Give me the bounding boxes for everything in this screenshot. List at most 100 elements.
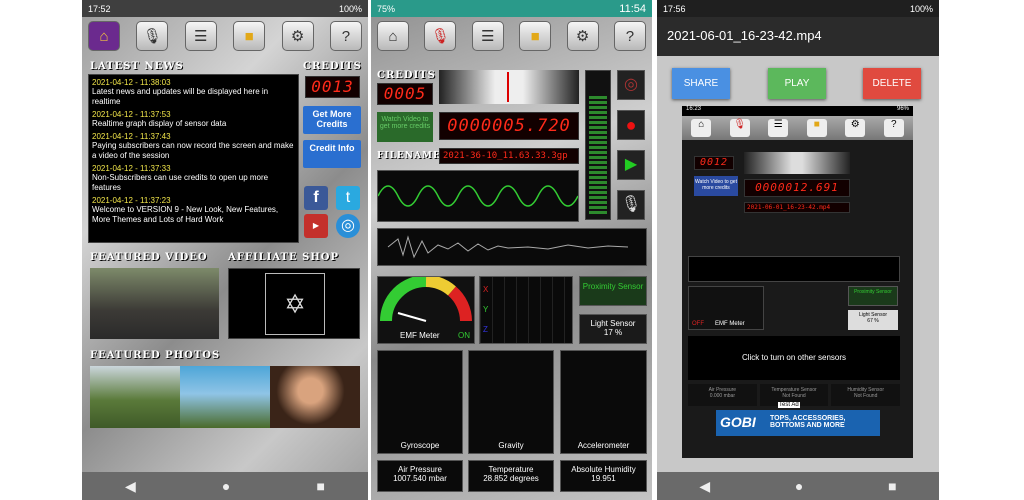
status-bar: 17:52 100% [82, 0, 368, 17]
sliders-icon: ☰ [768, 119, 789, 137]
video-title: 2021-06-01_16-23-42.mp4 [657, 17, 939, 56]
settings-sliders-button[interactable]: ☰ [471, 21, 504, 51]
watch-video-button[interactable]: Watch Video to get more credits [377, 112, 433, 142]
featured-video-thumbnail[interactable] [90, 268, 219, 339]
help-button[interactable]: ? [329, 21, 362, 51]
nav-bar: ◀ ● ■ [657, 472, 939, 500]
home-button[interactable]: ⌂ [377, 21, 409, 51]
news-heading: LATEST NEWS [90, 61, 184, 72]
proximity-sensor-button[interactable]: Proximity Sensor [579, 276, 647, 306]
inner-status-bar: 16:23 96% [682, 106, 913, 116]
emf-gauge-svg [380, 275, 472, 322]
phone-sensor-screen: 75% 11:54 ⌂ 🎙 ☰ ■ ⚙ ? CREDITS 0005 Watch… [371, 0, 652, 500]
news-feed: 2021-04-12 - 11:38:03 Latest news and upd… [88, 74, 299, 243]
photo-thumbnail[interactable] [270, 366, 360, 428]
facebook-icon[interactable]: f [304, 186, 328, 210]
toolbar: ⌂ 🎙 ☰ ■ ⚙ ? [371, 17, 652, 55]
microphone-icon[interactable]: 🎙 [617, 190, 645, 220]
news-item: 2021-04-12 - 11:37:23 Welcome to VERSION … [92, 196, 279, 224]
filename-label: FILENAME: [377, 151, 446, 161]
mic-icon: 🎙 [729, 119, 750, 137]
youtube-icon[interactable]: ▶ [304, 214, 328, 238]
gyroscope-graph: Gyroscope [377, 350, 463, 454]
record-dot-button[interactable]: ● [617, 110, 645, 140]
status-bar: 75% 11:54 [371, 0, 652, 17]
featured-photos-heading: FEATURED PHOTOS [90, 350, 221, 361]
inner-emf-meter: OFF EMF Meter [688, 286, 764, 330]
twitter-icon[interactable]: t [336, 186, 360, 210]
inner-reading: 0000012.691 [744, 179, 850, 197]
level-bar [589, 96, 607, 216]
video-preview[interactable]: 16:23 96% ⌂ 🎙 ☰ ■ ⚙ ? 0012 Watch Video to… [682, 106, 913, 458]
news-item: 2021-04-12 - 11:37:53 Realtime graph disp… [92, 110, 227, 128]
share-button[interactable]: SHARE [672, 68, 730, 99]
waveform-svg [377, 185, 579, 207]
level-meter [585, 70, 611, 220]
home-icon: ⌂ [691, 119, 712, 137]
home-button[interactable]: ⌂ [88, 21, 120, 51]
inner-credits: 0012 [694, 156, 734, 170]
accelerometer-graph: Accelerometer [560, 350, 647, 454]
gear-button[interactable]: ⚙ [566, 21, 599, 51]
gravity-graph: Gravity [468, 350, 554, 454]
delete-button[interactable]: DELETE [863, 68, 921, 99]
light-sensor-panel: Light Sensor 17 % [579, 314, 647, 344]
record-button[interactable]: 🎙 [136, 21, 169, 51]
reading-display: 0000005.720 [439, 112, 579, 140]
phone-video-player: 17:56 100% 2021-06-01_16-23-42.mp4 SHARE… [657, 0, 939, 500]
settings-sliders-button[interactable]: ☰ [184, 21, 217, 51]
credits-heading: CREDITS [303, 61, 362, 72]
phone-main-menu: 17:52 100% ⌂ 🎙 ☰ ■ ⚙ ? LATEST NEWS CREDI… [82, 0, 368, 500]
credit-info-button[interactable]: Credit Info [303, 140, 361, 168]
temperature-readout: Temperature 28.852 degrees [468, 460, 554, 492]
nav-bar: ◀ ● ■ [82, 472, 368, 500]
inner-toolbar: ⌂ 🎙 ☰ ■ ⚙ ? [682, 116, 913, 140]
play-button[interactable]: ▶ [617, 150, 645, 180]
back-icon[interactable]: ◀ [699, 478, 710, 495]
affiliate-shop-banner[interactable]: ✡ [228, 268, 360, 339]
news-item: 2021-04-12 - 11:37:33 Non-Subscribers can… [92, 164, 269, 192]
featured-video-heading: FEATURED VIDEO [90, 252, 208, 263]
pentagram-icon: ✡ [265, 273, 325, 335]
featured-photos-strip [90, 366, 360, 428]
gear-icon: ⚙ [845, 119, 866, 137]
status-bar: 17:56 100% [657, 0, 939, 17]
emf-meter: EMF Meter ON [377, 275, 475, 344]
inner-proximity: Proximity Sensor [848, 286, 898, 306]
credits-display: 0005 [377, 83, 433, 105]
audio-waveform [377, 228, 647, 266]
inner-light: Light Sensor 67 % [848, 310, 898, 330]
inner-filename: 2021-06-01_16-23-42.mp4 [744, 202, 850, 213]
get-credits-button[interactable]: Get More Credits [303, 106, 361, 134]
waveform-graph [377, 170, 579, 222]
xyz-graph: X Y Z [479, 276, 573, 344]
filename-display: 2021-36-10_11.63.33.3gp [439, 148, 579, 164]
globe-icon[interactable]: ◎ [336, 214, 360, 238]
record-button[interactable]: 🎙 [424, 21, 457, 51]
audio-waveform-svg [387, 235, 629, 259]
dial-needle [507, 72, 509, 102]
inner-dial [744, 152, 850, 174]
stop-button[interactable]: ◎ [617, 70, 645, 100]
help-icon: ? [883, 119, 904, 137]
recents-icon[interactable]: ■ [888, 478, 896, 494]
play-video-button[interactable]: PLAY [768, 68, 826, 99]
folder-button[interactable]: ■ [519, 21, 552, 51]
inner-watch-video: Watch Video to get more credits [694, 176, 738, 196]
air-pressure-readout: Air Pressure 1007.540 mbar [377, 460, 463, 492]
photo-thumbnail[interactable] [180, 366, 270, 428]
news-item: 2021-04-12 - 11:38:03 Latest news and upd… [92, 78, 269, 106]
back-icon[interactable]: ◀ [125, 478, 136, 495]
folder-button[interactable]: ■ [233, 21, 266, 51]
credits-heading: CREDITS [377, 70, 436, 81]
turn-on-sensors-message[interactable]: Click to turn on other sensors [688, 336, 900, 380]
help-button[interactable]: ? [613, 21, 646, 51]
photo-thumbnail[interactable] [90, 366, 180, 428]
ad-banner[interactable]: GOBI TOPS, ACCESSORIES, BOTTOMS AND MORE… [716, 402, 880, 436]
inner-waveform [688, 256, 900, 282]
recents-icon[interactable]: ■ [316, 478, 324, 494]
home-nav-icon[interactable]: ● [222, 478, 230, 494]
home-nav-icon[interactable]: ● [795, 478, 803, 494]
news-item: 2021-04-12 - 11:37:43 Paying subscribers … [92, 132, 294, 160]
gear-button[interactable]: ⚙ [281, 21, 314, 51]
